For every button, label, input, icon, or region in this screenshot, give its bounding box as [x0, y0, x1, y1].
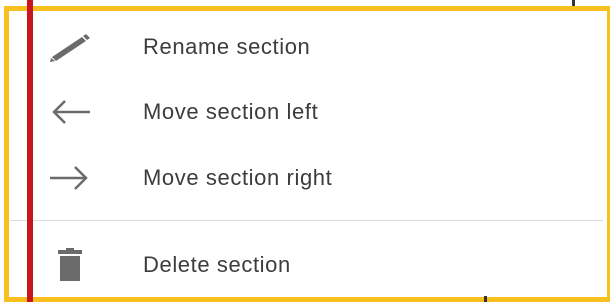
screenshot-stage: Rename section Move section left Move se…: [0, 0, 610, 302]
menu-item-move-section-left[interactable]: Move section left: [35, 84, 603, 140]
menu-item-move-section-right[interactable]: Move section right: [35, 150, 603, 206]
red-marker-line: [27, 0, 33, 302]
menu-item-label: Delete section: [143, 252, 291, 277]
trash-icon: [45, 245, 95, 285]
menu-divider: [10, 220, 603, 221]
arrow-right-icon: [45, 158, 95, 198]
menu-item-label: Move section right: [143, 165, 333, 190]
stray-mark: [572, 0, 575, 6]
stray-mark: [484, 296, 487, 302]
menu-item-delete-section[interactable]: Delete section: [35, 237, 603, 293]
menu-item-label: Rename section: [143, 34, 311, 59]
menu-item-label: Move section left: [143, 99, 319, 124]
pencil-icon: [45, 27, 95, 67]
menu-item-rename-section[interactable]: Rename section: [35, 19, 603, 75]
section-context-menu: Rename section Move section left Move se…: [10, 14, 603, 293]
arrow-left-icon: [45, 92, 95, 132]
